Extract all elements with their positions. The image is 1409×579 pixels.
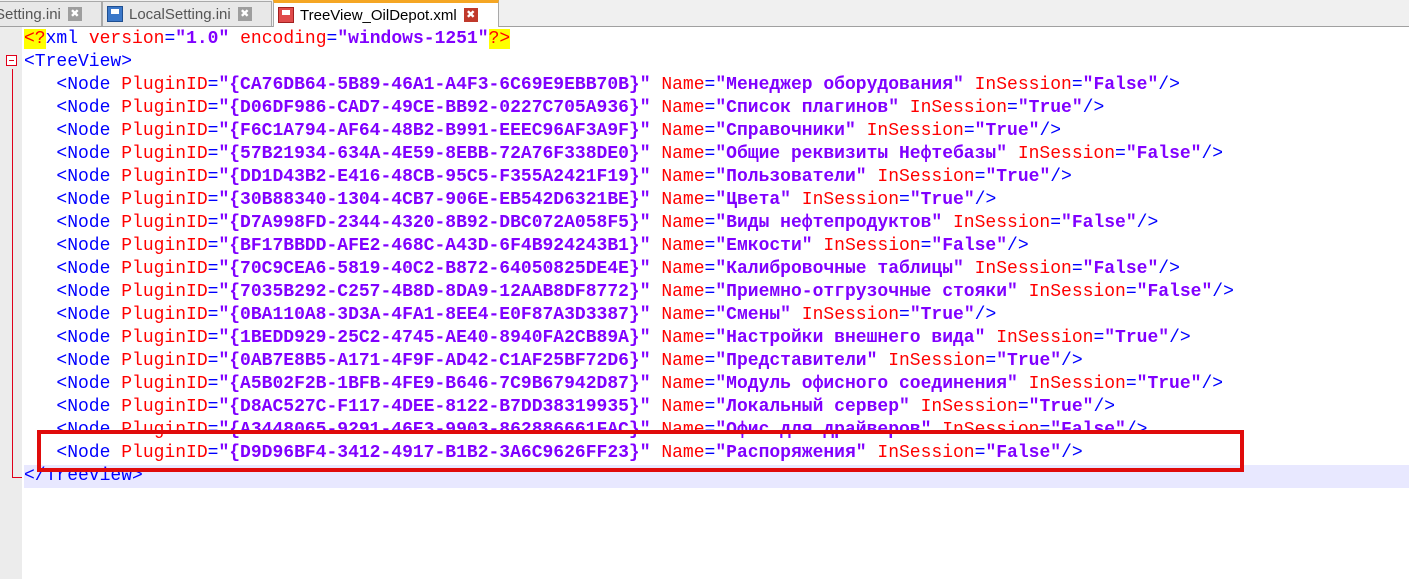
node-name: "Смены" xyxy=(715,305,791,325)
xml-node-line: <Node PluginID="{F6C1A794-AF64-48B2-B991… xyxy=(24,121,1062,141)
node-name: "Офис для драйверов" xyxy=(715,420,932,440)
node-name: "Локальный сервер" xyxy=(715,397,910,417)
in-session: "False" xyxy=(985,443,1062,463)
fold-line xyxy=(12,69,13,478)
node-name: "Представители" xyxy=(715,351,878,371)
save-icon xyxy=(278,7,294,23)
plugin-id: "{70C9CEA6-5819-40C2-B872-64050825DE4E}" xyxy=(218,259,651,279)
node-name: "Список плагинов" xyxy=(715,98,899,118)
plugin-id: "{A5B02F2B-1BFB-4FE9-B646-7C9B67942D87}" xyxy=(218,374,651,394)
xml-node-line: <Node PluginID="{D9D96BF4-3412-4917-B1B2… xyxy=(24,443,1083,463)
plugin-id: "{7035B292-C257-4B8D-8DA9-12AAB8DF8772}" xyxy=(218,282,651,302)
plugin-id: "{BF17BBDD-AFE2-468C-A43D-6F4B924243B1}" xyxy=(218,236,651,256)
tab-localsetting-ini[interactable]: LocalSetting.ini ✖ xyxy=(102,1,272,26)
xml-node-line: <Node PluginID="{DD1D43B2-E416-48CB-95C5… xyxy=(24,167,1072,187)
plugin-id: "{F6C1A794-AF64-48B2-B991-EEEC96AF3A9F}" xyxy=(218,121,651,141)
xml-editor[interactable]: <?xml version="1.0" encoding="windows-12… xyxy=(0,27,1409,579)
in-session: "False" xyxy=(1061,213,1137,233)
in-session: "True" xyxy=(1028,397,1094,417)
in-session: "True" xyxy=(909,190,975,210)
in-session: "True" xyxy=(985,167,1051,187)
node-name: "Распоряжения" xyxy=(715,443,867,463)
plugin-id: "{CA76DB64-5B89-46A1-A4F3-6C69E9EBB70B}" xyxy=(218,75,651,95)
in-session: "False" xyxy=(1082,259,1159,279)
xml-node-line: <Node PluginID="{D7A998FD-2344-4320-8B92… xyxy=(24,213,1159,233)
in-session: "True" xyxy=(974,121,1040,141)
xml-node-line: <Node PluginID="{70C9CEA6-5819-40C2-B872… xyxy=(24,259,1180,279)
plugin-id: "{A3448065-9291-46E3-9903-862886661FAC}" xyxy=(218,420,651,440)
in-session: "False" xyxy=(931,236,1008,256)
close-icon[interactable]: ✖ xyxy=(67,7,82,21)
plugin-id: "{D7A998FD-2344-4320-8B92-DBC072A058F5}" xyxy=(218,213,651,233)
plugin-id: "{57B21934-634A-4E59-8EBB-72A76F338DE0}" xyxy=(218,144,651,164)
node-name: "Цвета" xyxy=(715,190,791,210)
node-name: "Общие реквизиты Нефтебазы" xyxy=(715,144,1008,164)
in-session: "True" xyxy=(909,305,975,325)
plugin-id: "{0BA110A8-3D3A-4FA1-8EE4-E0F87A3D3387}" xyxy=(218,305,651,325)
xml-declaration-line: <?xml version="1.0" encoding="windows-12… xyxy=(24,29,511,49)
xml-node-line: <Node PluginID="{57B21934-634A-4E59-8EBB… xyxy=(24,144,1224,164)
node-name: "Справочники" xyxy=(715,121,856,141)
plugin-id: "{D8AC527C-F117-4DEE-8122-B7DD38319935}" xyxy=(218,397,651,417)
xml-node-line: <Node PluginID="{CA76DB64-5B89-46A1-A4F3… xyxy=(24,75,1180,95)
plugin-id: "{D06DF986-CAD7-49CE-BB92-0227C705A936}" xyxy=(218,98,651,118)
save-icon xyxy=(107,6,123,22)
root-close-line: </TreeView> xyxy=(24,465,1409,488)
tab-label: TreeView_OilDepot.xml xyxy=(300,6,457,24)
xml-node-line: <Node PluginID="{A3448065-9291-46E3-9903… xyxy=(24,420,1148,440)
in-session: "False" xyxy=(1125,144,1202,164)
tab-label: Setting.ini xyxy=(0,5,61,23)
xml-node-line: <Node PluginID="{0AB7E8B5-A171-4F9F-AD42… xyxy=(24,351,1083,371)
plugin-id: "{D9D96BF4-3412-4917-B1B2-3A6C9626FF23}" xyxy=(218,443,651,463)
close-icon[interactable]: ✖ xyxy=(463,8,478,22)
xml-node-line: <Node PluginID="{1BEDD929-25C2-4745-AE40… xyxy=(24,328,1191,348)
node-name: "Менеджер оборудования" xyxy=(715,75,964,95)
node-name: "Емкости" xyxy=(715,236,813,256)
tab-treeview-oildepot-xml[interactable]: TreeView_OilDepot.xml ✖ xyxy=(273,0,499,27)
fold-end-marker xyxy=(12,477,22,478)
tab-setting-ini[interactable]: Setting.ini ✖ xyxy=(0,1,102,26)
plugin-id: "{30B88340-1304-4CB7-906E-EB542D6321BE}" xyxy=(218,190,651,210)
in-session: "False" xyxy=(1082,75,1159,95)
xml-node-line: <Node PluginID="{BF17BBDD-AFE2-468C-A43D… xyxy=(24,236,1029,256)
xml-node-line: <Node PluginID="{30B88340-1304-4CB7-906E… xyxy=(24,190,997,210)
fold-gutter xyxy=(0,27,22,579)
xml-node-line: <Node PluginID="{D06DF986-CAD7-49CE-BB92… xyxy=(24,98,1105,118)
in-session: "True" xyxy=(1104,328,1170,348)
plugin-id: "{DD1D43B2-E416-48CB-95C5-F355A2421F19}" xyxy=(218,167,651,187)
node-name: "Калибровочные таблицы" xyxy=(715,259,964,279)
node-name: "Пользователи" xyxy=(715,167,867,187)
node-name: "Приемно-отгрузочные стояки" xyxy=(715,282,1018,302)
node-name: "Настройки внешнего вида" xyxy=(715,328,986,348)
tab-label: LocalSetting.ini xyxy=(129,5,231,23)
in-session: "True" xyxy=(1017,98,1083,118)
plugin-id: "{1BEDD929-25C2-4745-AE40-8940FA2CB89A}" xyxy=(218,328,651,348)
plugin-id: "{0AB7E8B5-A171-4F9F-AD42-C1AF25BF72D6}" xyxy=(218,351,651,371)
fold-collapse-icon[interactable] xyxy=(6,55,17,66)
tab-bar: Setting.ini ✖ LocalSetting.ini ✖ TreeVie… xyxy=(0,0,1409,27)
node-name: "Виды нефтепродуктов" xyxy=(715,213,943,233)
xml-node-line: <Node PluginID="{D8AC527C-F117-4DEE-8122… xyxy=(24,397,1116,417)
close-icon[interactable]: ✖ xyxy=(237,7,252,21)
root-open-line: <TreeView> xyxy=(24,52,133,72)
in-session: "False" xyxy=(1050,420,1126,440)
in-session: "False" xyxy=(1136,282,1213,302)
xml-node-line: <Node PluginID="{0BA110A8-3D3A-4FA1-8EE4… xyxy=(24,305,997,325)
xml-node-line: <Node PluginID="{A5B02F2B-1BFB-4FE9-B646… xyxy=(24,374,1224,394)
xml-node-line: <Node PluginID="{7035B292-C257-4B8D-8DA9… xyxy=(24,282,1234,302)
in-session: "True" xyxy=(1136,374,1202,394)
node-name: "Модуль офисного соединения" xyxy=(715,374,1018,394)
in-session: "True" xyxy=(996,351,1062,371)
